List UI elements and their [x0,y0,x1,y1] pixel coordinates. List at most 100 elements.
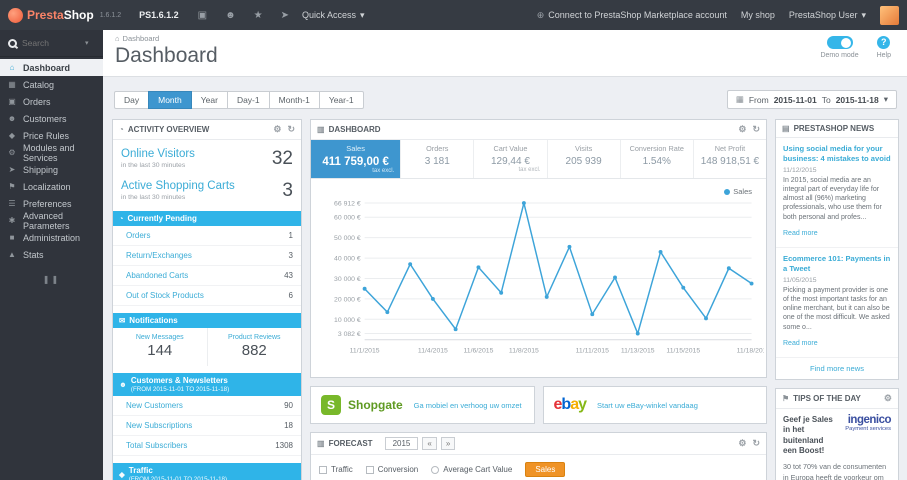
sidebar-item-shipping[interactable]: ➤ Shipping [0,161,103,178]
article-title-link[interactable]: Ecommerce 101: Payments in a Tweet [783,254,891,274]
article-date: 11/05/2015 [783,276,817,284]
sidebar-item-administration[interactable]: ■ Administration [0,229,103,246]
gear-icon[interactable]: ⚙ [738,124,746,135]
sidebar-item-modules[interactable]: ⚙ Modules and Services [0,143,103,163]
content: Day Month Year Day-1 Month-1 Year-1 ▦ Fr… [103,77,907,480]
traffic-icon: ◆ [119,470,125,479]
range-month-1-button[interactable]: Month-1 [268,90,320,109]
kpi-sales[interactable]: Sales 411 759,00 € tax excl. [311,140,402,178]
refresh-icon[interactable]: ↻ [287,124,295,135]
dashboard-icon: ⌂ [9,63,15,72]
sidebar-item-dashboard[interactable]: ⌂ Dashboard [0,59,103,76]
forecast-panel-title: FORECAST [328,439,373,448]
online-visitors-metric: Online Visitors in the last 30 minutes 3… [121,148,293,170]
avatar[interactable] [880,5,899,25]
sidebar-search: ▾ [0,30,103,57]
refresh-icon[interactable]: ↻ [752,438,760,449]
sidebar-item-price-rules[interactable]: ◆ Price Rules [0,127,103,144]
tips-of-the-day-panel: ⚑ TIPS OF THE DAY ⚙ Geef je Sales in het… [775,387,899,480]
date-range-picker[interactable]: ▦ From 2015-11-01 To 2015-11-18 ▾ [726,90,897,109]
article-title-link[interactable]: Using social media for your business: 4 … [783,144,891,164]
sidebar-item-stats[interactable]: ▲ Stats [0,246,103,263]
forecast-next-button[interactable]: » [440,437,456,450]
forecast-avg-cart-value-radio[interactable]: Average Cart Value [431,465,512,474]
range-year-button[interactable]: Year [190,90,228,109]
forecast-prev-button[interactable]: « [422,437,437,450]
menu-collapse-toggle[interactable]: ❚❚ [0,275,103,284]
quick-access-menu[interactable]: Quick Access ▾ [302,10,365,21]
svg-text:11/8/2015: 11/8/2015 [509,348,539,355]
topbar-right: ⊕ Connect to PrestaShop Marketplace accou… [537,5,899,25]
calendar-icon: ▦ [735,94,744,104]
kpi-row: Sales 411 759,00 € tax excl. Orders 3 181 C… [311,140,766,179]
range-day-button[interactable]: Day [114,90,150,109]
sidebar-item-advanced-parameters[interactable]: ✱ Advanced Parameters [0,211,103,231]
cart-icon[interactable]: ▣ [198,10,207,21]
kpi-visits[interactable]: Visits 205 939 [548,140,621,178]
svg-text:40 000 €: 40 000 € [334,256,361,263]
article-date: 11/12/2015 [783,166,817,174]
rocket-icon[interactable]: ➤ [281,10,289,21]
gear-icon[interactable]: ⚙ [884,393,892,404]
help-icon[interactable]: ? [877,36,891,49]
range-year-1-button[interactable]: Year-1 [318,90,364,109]
range-month-button[interactable]: Month [148,90,192,109]
kpi-orders[interactable]: Orders 3 181 [401,140,475,178]
sidebar-item-catalog[interactable]: ▦ Catalog [0,76,103,93]
sidebar-item-localization[interactable]: ⚑ Localization [0,178,103,195]
page-header: ⌂ Dashboard Dashboard Demo mode ? Help [103,30,907,77]
sidebar: ▾ ⌂Dashboard ▦Catalog ▣Orders ☻Customers… [0,30,103,480]
range-day-1-button[interactable]: Day-1 [226,90,270,109]
demo-mode-toggle[interactable] [826,36,853,49]
header-tools: Demo mode ? Help [820,36,891,59]
svg-text:60 000 €: 60 000 € [334,215,361,222]
my-shop-link[interactable]: My shop [741,10,775,20]
read-more-link[interactable]: Read more [783,230,818,237]
forecast-year-select[interactable]: 2015 [384,437,419,450]
activity-panel-title: ACTIVITY OVERVIEW [127,125,210,134]
gear-icon[interactable]: ⚙ [738,438,746,449]
ebay-logo: ebay [553,396,587,413]
chart-legend: Sales [724,187,752,196]
refresh-icon[interactable]: ↻ [752,124,760,135]
shopgate-icon: S [321,395,341,415]
pending-icon: ◔ [119,214,124,223]
marketplace-link[interactable]: ⊕ Connect to PrestaShop Marketplace accou… [537,10,727,21]
read-more-link[interactable]: Read more [783,340,818,347]
radio-icon [431,465,440,474]
kpi-conversion-rate[interactable]: Conversion Rate 1.54% [621,140,694,178]
gear-icon[interactable]: ⚙ [273,124,281,135]
stats-icon: ▲ [8,250,16,259]
new-messages-cell[interactable]: New Messages 144 [113,328,207,366]
kpi-cart-value[interactable]: Cart Value 129,44 € tax excl. [474,140,548,178]
employee-icon[interactable]: ☻ [225,10,236,21]
sales-chart-area: Sales 66 912 € 60 000 € 50 000 € 40 000 € 30… [311,179,766,377]
forecast-sales-button[interactable]: Sales [525,462,566,477]
active-carts-link[interactable]: Active Shopping Carts [121,180,235,193]
search-input[interactable] [22,38,80,48]
tips-panel-title: TIPS OF THE DAY [793,393,861,403]
product-reviews-cell[interactable]: Product Reviews 882 [206,328,302,366]
forecast-conversion-checkbox[interactable]: Conversion [365,465,418,474]
find-more-news-link[interactable]: Find more news [776,358,898,379]
shopgate-link[interactable]: Ga mobiel en verhoog uw omzet [414,401,522,410]
online-visitors-link[interactable]: Online Visitors [121,148,195,161]
forecast-traffic-checkbox[interactable]: Traffic [319,465,353,474]
kpi-net-profit[interactable]: Net Profit 148 918,51 € [694,140,766,178]
svg-text:3 082 €: 3 082 € [338,331,361,338]
forecast-panel: ▥ FORECAST 2015 « » ⚙ ↻ Traffic Conversio… [310,432,767,480]
currently-pending-header: ◔ Currently Pending [113,211,301,226]
prestashop-logo[interactable]: PrestaShop 1.6.1.2 [8,7,121,23]
sidebar-item-customers[interactable]: ☻ Customers [0,110,103,127]
user-menu[interactable]: PrestaShop User ▾ [789,10,866,21]
sidebar-item-preferences[interactable]: ☰ Preferences [0,195,103,212]
sidebar-item-orders[interactable]: ▣ Orders [0,93,103,110]
forecast-legend: Traffic Conversion Average Cart Value Sa… [311,455,766,480]
topbar: PrestaShop 1.6.1.2 PS1.6.1.2 ▣ ☻ ★ ➤ Qui… [0,0,907,30]
ebay-link[interactable]: Start uw eBay-winkel vandaag [597,401,698,410]
customers-icon: ☻ [7,114,17,123]
badge-icon[interactable]: ★ [254,10,263,21]
pending-row-out-of-stock: Out of Stock Products 6 [113,286,301,306]
ingenico-logo: ingenico Payment services [845,413,891,433]
svg-text:11/18/201: 11/18/201 [737,348,764,355]
